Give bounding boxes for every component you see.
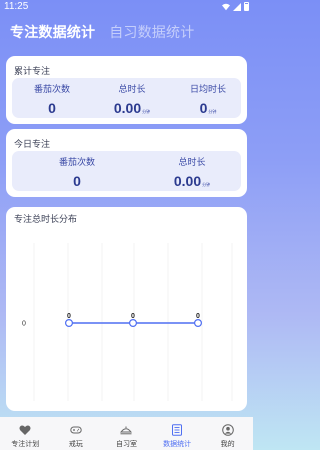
chart-point: [194, 318, 203, 327]
nav-item-profile[interactable]: 我的: [202, 417, 253, 450]
nav-label: 数据统计: [163, 441, 192, 448]
chart-point: [64, 318, 73, 327]
nav-item-study-room[interactable]: 自习室: [101, 417, 152, 450]
chart-data-label: 0: [67, 313, 71, 320]
cumulative-focus-card: 累计专注 番茄次数 0 总时长 0.00分钟 日均时长 0分钟: [6, 56, 247, 124]
stat-label: 番茄次数: [33, 84, 70, 94]
distribution-chart: 0 0 0 0: [22, 243, 233, 401]
bottom-nav: 专注计划 戒玩 自习室 数据统计 我的: [0, 417, 253, 450]
nav-label: 戒玩: [68, 441, 83, 448]
stat-label: 日均时长: [189, 84, 226, 94]
stat-value: 0: [73, 173, 81, 189]
heart-icon: [19, 425, 31, 435]
stat-unit: 分钟: [208, 109, 217, 114]
profile-icon: [221, 424, 234, 436]
status-icons: [222, 2, 249, 11]
tab-focus-stats[interactable]: 专注数据统计: [10, 22, 95, 42]
cumulative-focus-title: 累计专注: [14, 66, 51, 76]
nav-label: 自习室: [115, 441, 137, 448]
wifi-icon: [222, 3, 230, 10]
stat-label: 番茄次数: [58, 157, 95, 167]
chart-point: [128, 318, 137, 327]
today-total-stat: 总时长 0.00分钟: [147, 155, 237, 189]
chart-ytick-label: 0: [22, 321, 26, 328]
cumulative-daily-stat: 日均时长 0分钟: [172, 82, 244, 116]
gamepad-icon: [70, 426, 82, 434]
cumulative-count-stat: 番茄次数 0: [12, 82, 92, 116]
stat-value: 0.00分钟: [113, 100, 151, 116]
today-focus-card: 今日专注 番茄次数 0 总时长 0.00分钟: [6, 129, 247, 197]
nav-item-focus-plan[interactable]: 专注计划: [0, 417, 51, 450]
cumulative-stats-panel: 番茄次数 0 总时长 0.00分钟 日均时长 0分钟: [12, 78, 241, 118]
stat-label: 总时长: [118, 84, 146, 94]
status-time: 11:25: [4, 1, 29, 12]
distribution-chart-card: 专注总时长分布 0000: [6, 207, 247, 411]
stat-unit: 分钟: [142, 109, 151, 114]
battery-icon: [244, 2, 249, 11]
cumulative-total-stat: 总时长 0.00分钟: [92, 82, 172, 116]
room-icon: [120, 426, 133, 435]
nav-label: 专注计划: [11, 441, 40, 448]
stat-label: 总时长: [178, 157, 206, 167]
tab-study-stats[interactable]: 自习数据统计: [109, 22, 194, 42]
chart-data-label: 0: [196, 313, 200, 320]
today-stats-panel: 番茄次数 0 总时长 0.00分钟: [12, 151, 241, 191]
stats-icon: [172, 424, 183, 436]
status-bar: 11:25: [0, 0, 253, 14]
stat-value: 0: [48, 100, 56, 116]
nav-item-quit-play[interactable]: 戒玩: [51, 417, 102, 450]
stat-unit: 分钟: [202, 182, 211, 187]
nav-item-data-stats[interactable]: 数据统计: [152, 417, 203, 450]
stats-tabs: 专注数据统计 自习数据统计: [10, 22, 194, 42]
signal-icon: [233, 2, 241, 11]
chart-data-label: 0: [131, 313, 135, 320]
nav-label: 我的: [220, 441, 235, 448]
today-focus-title: 今日专注: [14, 139, 51, 149]
stat-value: 0.00分钟: [173, 173, 211, 189]
stat-value: 0分钟: [199, 100, 217, 116]
today-count-stat: 番茄次数 0: [32, 155, 122, 189]
